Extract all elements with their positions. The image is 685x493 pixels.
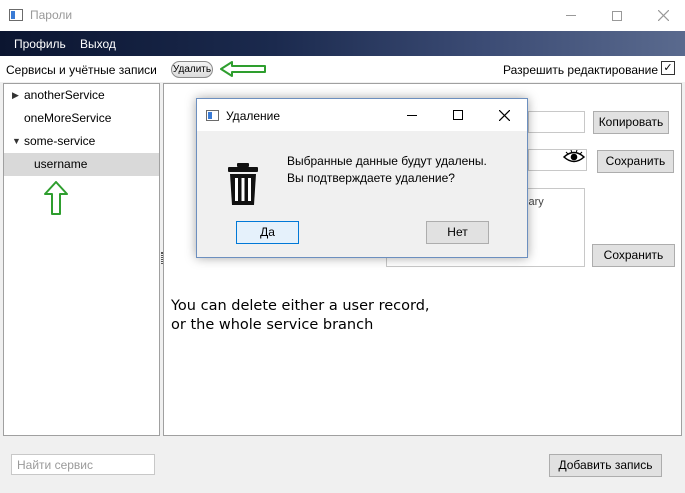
dialog-minimize-button[interactable] xyxy=(389,99,435,131)
hint-line-2: or the whole service branch xyxy=(171,317,374,333)
app-window: Пароли Профиль Выход Сервисы и учётные з… xyxy=(0,0,685,493)
close-icon xyxy=(657,10,669,21)
section-label: Сервисы и учётные записи xyxy=(6,63,157,77)
tree-item-some-service[interactable]: ▼ some-service xyxy=(4,130,159,153)
allow-edit-checkbox[interactable]: ✓ xyxy=(661,61,675,75)
allow-edit-label: Разрешить редактирование xyxy=(503,63,659,77)
maximize-icon xyxy=(612,10,622,21)
close-icon xyxy=(498,109,510,121)
toolbar: Сервисы и учётные записи Удалить Разреши… xyxy=(0,56,685,82)
menu-bar: Профиль Выход xyxy=(0,31,685,56)
dialog-app-icon xyxy=(206,110,219,121)
minimize-icon xyxy=(566,15,576,16)
save-password-button[interactable]: Сохранить xyxy=(597,150,674,173)
annotation-arrow-up-icon xyxy=(44,181,68,215)
dialog-message-line-2: Вы подтверждаете удаление? xyxy=(287,171,455,185)
yes-button[interactable]: Да xyxy=(236,221,299,244)
dialog-title: Удаление xyxy=(226,109,281,123)
hint-text: You can delete either a user record, or … xyxy=(171,297,430,335)
save-notes-button[interactable]: Сохранить xyxy=(592,244,675,267)
tree-item-anotherservice[interactable]: ▶ anotherService xyxy=(4,84,159,107)
dialog-close-button[interactable] xyxy=(481,99,527,131)
window-title: Пароли xyxy=(30,8,73,22)
close-button[interactable] xyxy=(640,0,685,31)
tree-item-label: username xyxy=(34,157,88,171)
minimize-icon xyxy=(407,114,417,116)
maximize-button[interactable] xyxy=(594,0,640,31)
dialog-message-line-1: Выбранные данные будут удалены. xyxy=(287,154,487,168)
tree-item-label: oneMoreService xyxy=(24,111,112,125)
delete-button[interactable]: Удалить xyxy=(171,61,213,78)
username-field[interactable] xyxy=(528,111,585,133)
app-icon xyxy=(9,9,23,21)
expand-arrow-icon[interactable]: ▶ xyxy=(12,84,19,107)
services-tree: ▶ anotherService oneMoreService ▼ some-s… xyxy=(3,83,160,436)
annotation-arrow-left-icon xyxy=(220,61,266,77)
tree-item-username[interactable]: username xyxy=(4,153,159,176)
title-bar: Пароли xyxy=(0,0,685,31)
menu-profile[interactable]: Профиль xyxy=(14,37,66,51)
collapse-arrow-icon[interactable]: ▼ xyxy=(12,130,21,153)
tree-item-label: some-service xyxy=(24,134,96,148)
copy-button[interactable]: Копировать xyxy=(593,111,669,134)
minimize-button[interactable] xyxy=(548,0,594,31)
menu-exit[interactable]: Выход xyxy=(80,37,116,51)
search-input[interactable] xyxy=(11,454,155,475)
maximize-icon xyxy=(453,110,463,120)
trash-icon xyxy=(228,163,258,205)
tree-item-label: anotherService xyxy=(24,88,105,102)
tree-item-onemoreservice[interactable]: oneMoreService xyxy=(4,107,159,130)
add-record-button[interactable]: Добавить запись xyxy=(549,454,662,477)
hint-line-1: You can delete either a user record, xyxy=(171,298,430,314)
eye-icon[interactable] xyxy=(563,150,585,164)
no-button[interactable]: Нет xyxy=(426,221,489,244)
delete-confirm-dialog: Удаление Выбранные данные будут удалены.… xyxy=(196,98,528,258)
dialog-maximize-button[interactable] xyxy=(435,99,481,131)
dialog-title-bar: Удаление xyxy=(197,99,527,131)
